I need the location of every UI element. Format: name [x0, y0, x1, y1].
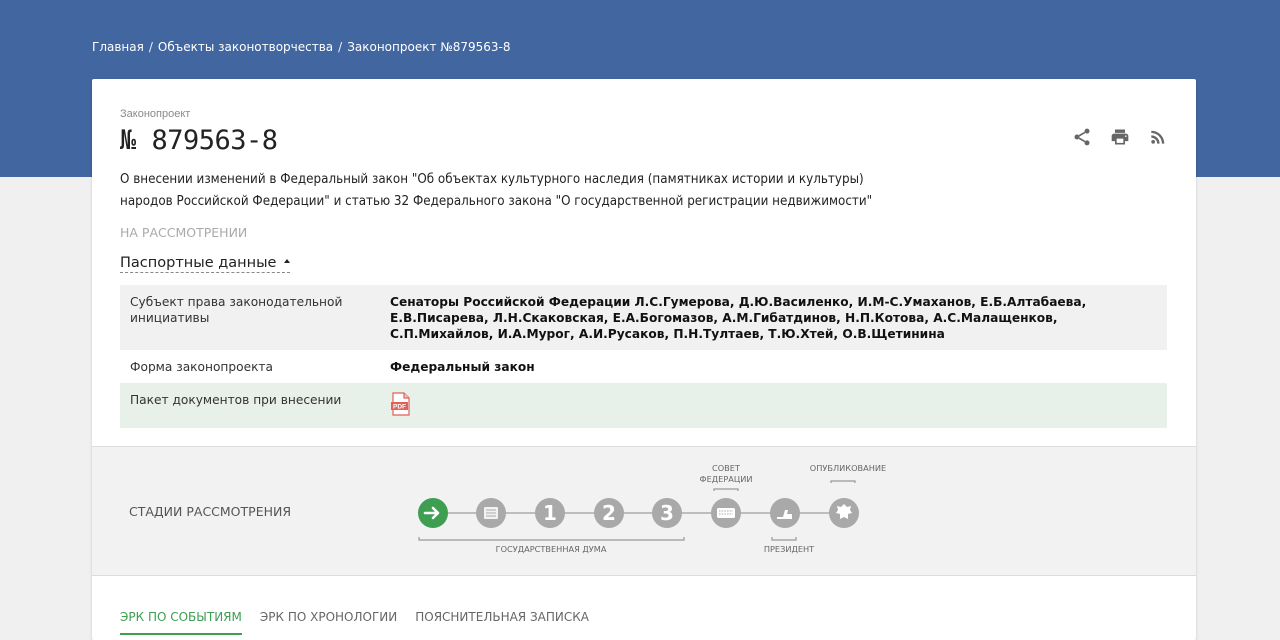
bill-status: НА РАССМОТРЕНИИ [120, 225, 248, 240]
breadcrumb-separator: / [338, 40, 343, 54]
reading-number: 2 [602, 501, 616, 525]
bill-card: Законопроект № 879563-8 О внесении измен… [92, 79, 1196, 640]
passport-label: Субъект права законодательной инициативы [120, 285, 380, 350]
stage-president[interactable] [770, 498, 800, 528]
reading-number: 1 [543, 501, 557, 525]
stage-federation-council[interactable] [711, 498, 741, 528]
stages-panel: СТАДИИ РАССМОТРЕНИЯ ГОСУДАРСТВЕННАЯ ДУМА… [92, 446, 1196, 576]
stage-introduction[interactable] [418, 498, 448, 528]
passport-value-initiators: Сенаторы Российской Федерации Л.С.Гумеро… [380, 285, 1167, 350]
stage-preliminary[interactable] [476, 498, 506, 528]
breadcrumb-lawmaking[interactable]: Объекты законотворчества [158, 40, 333, 54]
passport-value-form: Федеральный закон [380, 350, 1167, 383]
keyboard-icon [717, 508, 735, 518]
group-label-federation-2: ФЕДЕРАЦИИ [700, 474, 753, 484]
group-label-published: ОПУБЛИКОВАНИЕ [810, 463, 886, 473]
reading-number: 3 [660, 501, 674, 525]
print-icon[interactable] [1110, 127, 1130, 147]
passport-row: Субъект права законодательной инициативы… [120, 285, 1167, 350]
group-label-duma: ГОСУДАРСТВЕННАЯ ДУМА [496, 544, 607, 554]
group-label-president: ПРЕЗИДЕНТ [764, 544, 815, 554]
breadcrumb-separator: / [148, 40, 153, 54]
pdf-icon[interactable]: PDF [390, 392, 412, 416]
tab-events[interactable]: ЭРК ПО СОБЫТИЯМ [120, 610, 242, 635]
group-label-federation-1: СОВЕТ [712, 463, 741, 473]
passport-row: Форма законопроекта Федеральный закон [120, 350, 1167, 383]
tab-chronology[interactable]: ЭРК ПО ХРОНОЛОГИИ [260, 610, 397, 635]
passport-label: Пакет документов при внесении [120, 383, 380, 428]
stages-track: ГОСУДАРСТВЕННАЯ ДУМА СОВЕТ ФЕДЕРАЦИИ ПРЕ… [418, 463, 886, 554]
stage-reading-3[interactable]: 3 [652, 498, 682, 528]
tabs: ЭРК ПО СОБЫТИЯМ ЭРК ПО ХРОНОЛОГИИ ПОЯСНИ… [120, 610, 589, 635]
rss-icon[interactable] [1148, 127, 1168, 147]
passport-row: Пакет документов при внесении PDF [120, 383, 1167, 428]
tab-explanatory-note[interactable]: ПОЯСНИТЕЛЬНАЯ ЗАПИСКА [415, 610, 589, 635]
bill-kind: Законопроект [120, 108, 191, 120]
pdf-icon-label: PDF [393, 403, 406, 410]
breadcrumb-home[interactable]: Главная [92, 40, 144, 54]
bill-description: О внесении изменений в Федеральный закон… [120, 172, 873, 209]
caret-up-icon [284, 259, 291, 263]
stage-publication[interactable] [829, 498, 859, 528]
breadcrumb: Главная / Объекты законотворчества / Законоп… [92, 40, 511, 54]
breadcrumb-current: Законопроект №879563-8 [347, 40, 511, 54]
share-icon[interactable] [1072, 127, 1092, 147]
passport-value-documents: PDF [380, 383, 1167, 428]
passport-toggle[interactable]: Паспортные данные [120, 255, 291, 273]
passport-label: Форма законопроекта [120, 350, 380, 383]
stages-label: СТАДИИ РАССМОТРЕНИЯ [129, 504, 292, 519]
passport-table: Субъект права законодательной инициативы… [120, 285, 1167, 428]
stage-reading-2[interactable]: 2 [594, 498, 624, 528]
passport-title: Паспортные данные [120, 255, 277, 271]
stage-reading-1[interactable]: 1 [535, 498, 565, 528]
bill-number: № 879563-8 [120, 125, 278, 156]
bill-actions [1072, 127, 1168, 147]
